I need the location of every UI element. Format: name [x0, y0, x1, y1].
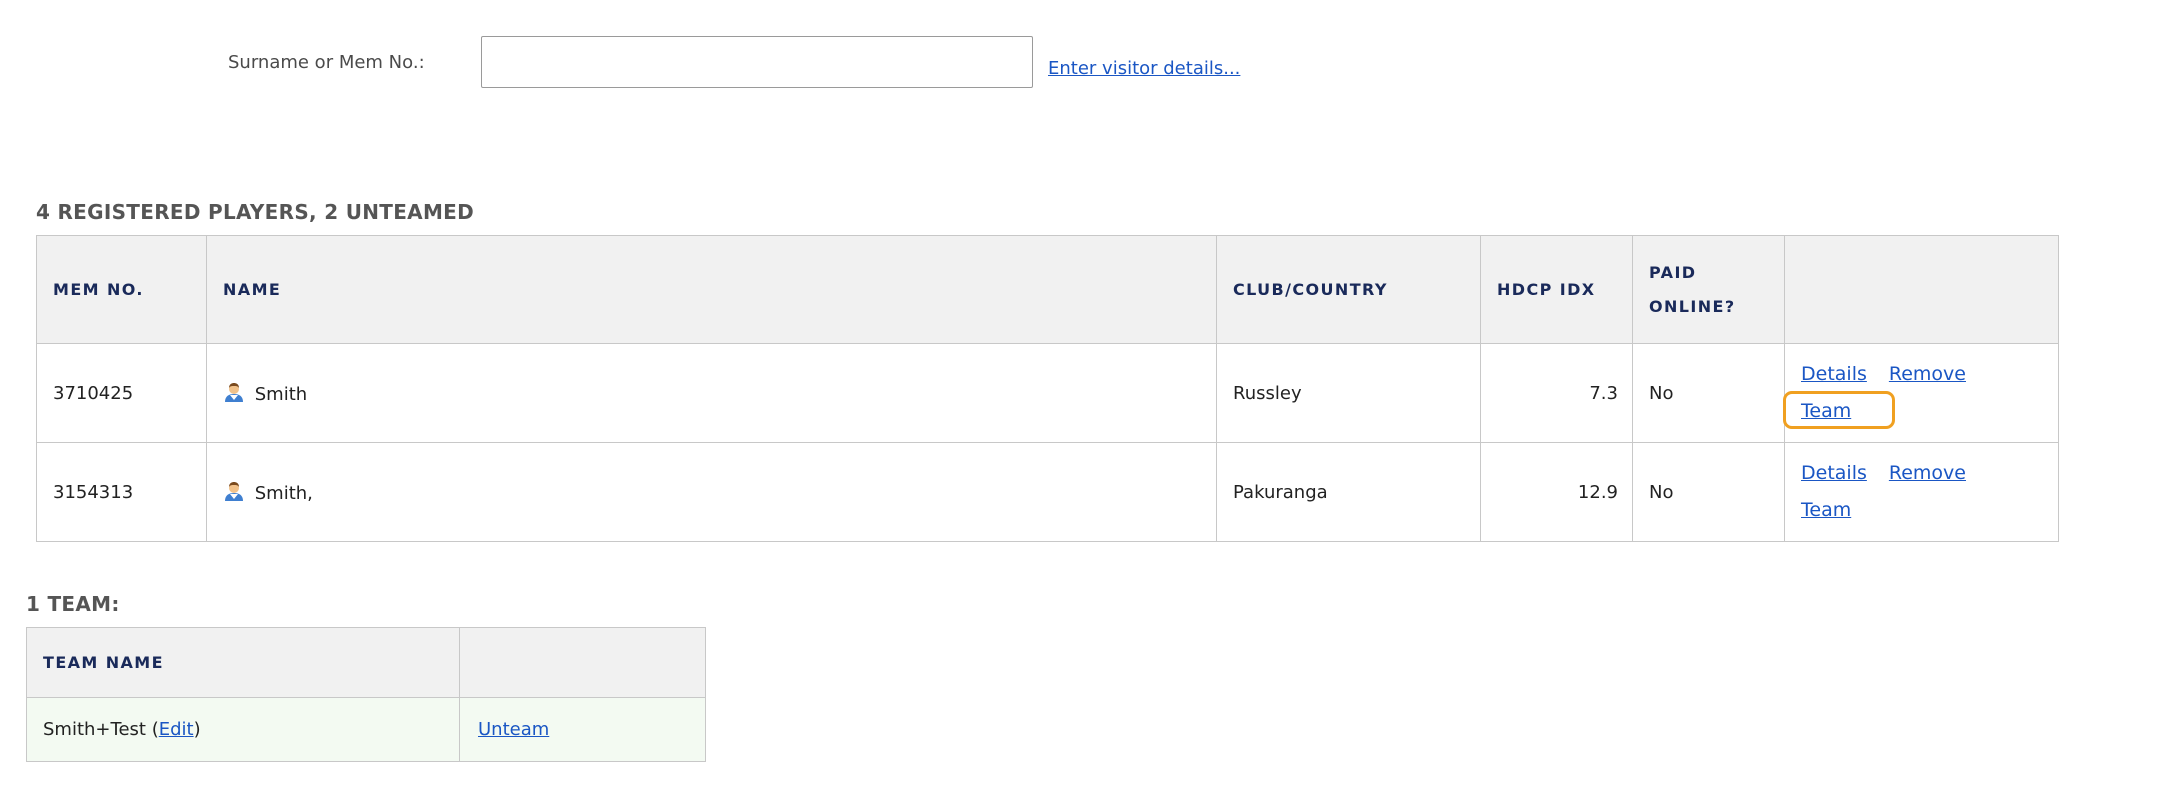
details-link[interactable]: Details [1801, 462, 1867, 484]
teams-header-row: TEAM NAME [26, 627, 706, 698]
player-mem-no: 3154313 [36, 442, 207, 542]
team-action-cell: Unteam [459, 697, 706, 762]
player-paid-online: No [1632, 442, 1785, 542]
team-link[interactable]: Team [1801, 499, 1851, 521]
player-club: Pakuranga [1216, 442, 1481, 542]
player-mem-no: 3710425 [36, 343, 207, 443]
players-header-row: MEM NO. NAME CLUB/COUNTRY HDCP IDX PAID … [36, 235, 2059, 344]
enter-visitor-details-link[interactable]: Enter visitor details... [1048, 58, 1240, 79]
team-name-cell: Smith+Test (Edit) [26, 697, 460, 762]
player-club: Russley [1216, 343, 1481, 443]
edit-close-paren: ) [193, 719, 201, 740]
unteam-link[interactable]: Unteam [478, 719, 549, 740]
player-actions: Details Remove Team [1784, 442, 2059, 542]
player-paid-online: No [1632, 343, 1785, 443]
teams-heading: 1 TEAM: [26, 592, 120, 616]
player-hdcp: 12.9 [1480, 442, 1633, 542]
player-row: 3154313 Smith, Pakuranga 12.9 No Details… [36, 442, 2059, 542]
player-actions: Details Remove Team [1782, 343, 2059, 443]
person-icon [223, 381, 245, 403]
player-name: Smith [254, 384, 308, 405]
team-link[interactable]: Team [1801, 400, 1851, 422]
team-row: Smith+Test (Edit) Unteam [26, 697, 706, 762]
column-header-hdcp-idx: HDCP IDX [1480, 235, 1633, 344]
column-header-actions [1784, 235, 2059, 344]
player-name-cell: Smith, [206, 442, 1217, 542]
column-header-name: NAME [206, 235, 1217, 344]
edit-team-link[interactable]: Edit [159, 719, 194, 740]
remove-link[interactable]: Remove [1889, 462, 1966, 484]
team-link-highlight: Team [1782, 391, 1896, 430]
player-name: Smith, [254, 483, 313, 504]
column-header-club-country: CLUB/COUNTRY [1216, 235, 1481, 344]
registered-players-table: MEM NO. NAME CLUB/COUNTRY HDCP IDX PAID … [36, 235, 2059, 542]
search-label: Surname or Mem No.: [228, 52, 425, 73]
column-header-paid-online: PAID ONLINE? [1632, 235, 1785, 344]
details-link[interactable]: Details [1801, 363, 1867, 385]
remove-link[interactable]: Remove [1889, 363, 1966, 385]
player-hdcp: 7.3 [1480, 343, 1633, 443]
edit-open-paren: ( [151, 719, 159, 740]
registered-players-heading: 4 REGISTERED PLAYERS, 2 UNTEAMED [36, 200, 475, 224]
surname-or-mem-no-input[interactable] [481, 36, 1033, 88]
teams-table: TEAM NAME Smith+Test (Edit) Unteam [26, 627, 706, 762]
team-name: Smith+Test [43, 719, 146, 740]
column-header-team-name: TEAM NAME [26, 627, 460, 698]
player-search-bar: Surname or Mem No.: Enter visitor detail… [0, 34, 2159, 90]
column-header-mem-no: MEM NO. [36, 235, 207, 344]
player-name-cell: Smith [206, 343, 1217, 443]
player-row: 3710425 Smith Russley 7.3 No Details Remo… [36, 343, 2059, 443]
team-link-wrap: Team [1801, 492, 1851, 529]
person-icon [223, 480, 245, 502]
column-header-team-action [459, 627, 706, 698]
